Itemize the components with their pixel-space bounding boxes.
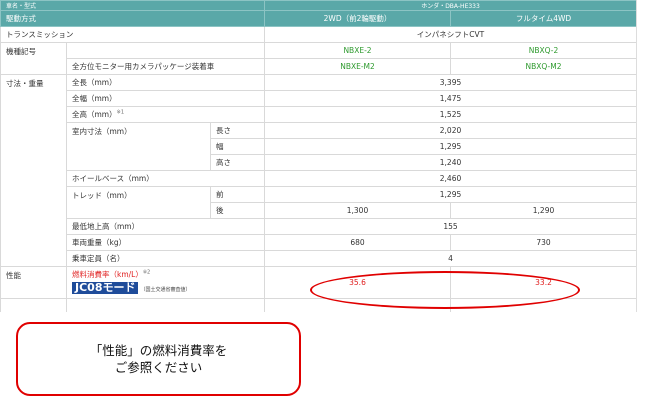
wheelbase-value: 2,460 (263, 170, 636, 187)
drive-4wd: フルタイム4WD (449, 10, 636, 27)
length-label: 全長（mm） (66, 74, 265, 91)
interior-label: 室内寸法（mm） (66, 122, 211, 171)
model-code-4wd: NBXQ-2 (449, 42, 636, 59)
callout-box: 「性能」の燃料消費率を ご参照ください (16, 322, 301, 396)
weight-4wd: 730 (449, 234, 636, 251)
table-row-height: 全高（mm）※1 1,525 (1, 106, 636, 123)
height-label: 全高（mm） (72, 110, 117, 119)
table-row-camera-package: 全方位モニター用カメラパッケージ装着車 NBXE-M2 NBXQ-M2 (1, 58, 636, 75)
camera-package-label: 全方位モニター用カメラパッケージ装着車 (66, 58, 265, 75)
fuel-economy-label-cell: 燃料消費率（km/L）※2 JC08モード （国土交通省審査値） (66, 266, 265, 299)
table-row-weight: 車両重量（kg） 680 730 (1, 234, 636, 251)
interior-width-label: 幅 (210, 138, 265, 155)
capacity-label: 乗車定員（名） (66, 250, 265, 267)
table-row-tread-front: トレッド（mm） 前 1,295 (1, 186, 636, 219)
performance-category: 性能 (0, 266, 67, 299)
table-row-transmission: トランスミッション インパネシフトCVT (0, 26, 636, 43)
interior-length-value: 2,020 (263, 122, 636, 139)
camera-package-2wd: NBXE-M2 (264, 58, 451, 75)
height-label-cell: 全高（mm）※1 (66, 106, 265, 123)
table-row-cut: 車名・型式 ホンダ・DBA-HE333 (0, 0, 636, 11)
spec-table: 車名・型式 ホンダ・DBA-HE333 駆動方式 2WD（前2輪駆動） フルタイ… (0, 0, 636, 312)
fuel-economy-label: 燃料消費率（km/L） (72, 270, 143, 279)
spec-table-frame: 車名・型式 ホンダ・DBA-HE333 駆動方式 2WD（前2輪駆動） フルタイ… (0, 0, 637, 312)
interior-height-label: 高さ (210, 154, 265, 171)
width-value: 1,475 (263, 90, 636, 107)
cut-header-left: 車名・型式 (0, 0, 265, 11)
camera-package-4wd: NBXQ-M2 (449, 58, 636, 75)
tread-rear-2wd: 1,300 (264, 202, 451, 219)
tread-front-label: 前 (210, 186, 265, 203)
table-row-capacity: 乗車定員（名） 4 (1, 250, 636, 267)
callout-line-2: ご参照ください (114, 360, 203, 375)
interior-height-value: 1,240 (263, 154, 636, 171)
interior-width-value: 1,295 (263, 138, 636, 155)
table-row-model-code: 機種記号 NBXE-2 NBXQ-2 (0, 42, 636, 75)
width-label: 全幅（mm） (66, 90, 265, 107)
length-value: 3,395 (263, 74, 636, 91)
height-note: ※1 (116, 109, 124, 116)
tread-label: トレッド（mm） (66, 186, 211, 219)
capacity-value: 4 (263, 250, 636, 267)
drive-label: 駆動方式 (0, 10, 265, 27)
table-row-drive: 駆動方式 2WD（前2輪駆動） フルタイム4WD (0, 10, 636, 27)
ground-clearance-value: 155 (263, 218, 636, 235)
model-code-blank (66, 42, 265, 59)
tread-rear-label: 後 (210, 202, 265, 219)
cut-header-right: ホンダ・DBA-HE333 (263, 0, 636, 11)
weight-2wd: 680 (264, 234, 451, 251)
model-code-label: 機種記号 (0, 42, 67, 75)
ground-clearance-label: 最低地上高（mm） (66, 218, 265, 235)
table-row-interior-length: 室内寸法（mm） 長さ 2,020 (1, 122, 636, 171)
tread-rear-4wd: 1,290 (449, 202, 636, 219)
table-row-wheelbase: ホイールベース（mm） 2,460 (1, 170, 636, 187)
weight-label: 車両重量（kg） (66, 234, 265, 251)
jc08-mode-badge: JC08モード (72, 282, 139, 294)
cut-cell-2 (66, 298, 265, 312)
drive-2wd: 2WD（前2輪駆動） (264, 10, 451, 27)
dimensions-category: 寸法・重量 (0, 74, 67, 267)
wheelbase-label: ホイールベース（mm） (66, 170, 265, 187)
interior-length-label: 長さ (210, 122, 265, 139)
table-row-width: 全幅（mm） 1,475 (1, 90, 636, 107)
transmission-label: トランスミッション (0, 26, 265, 43)
cut-cell-1 (0, 298, 67, 312)
height-value: 1,525 (263, 106, 636, 123)
callout-line-1: 「性能」の燃料消費率を (89, 343, 228, 358)
fuel-economy-highlight-ellipse (310, 271, 580, 309)
table-row-length: 寸法・重量 全長（mm） 3,395 (0, 74, 636, 267)
jc08-note: （国土交通省審査値） (140, 287, 191, 293)
tread-front-value: 1,295 (263, 186, 636, 203)
model-code-2wd: NBXE-2 (264, 42, 451, 59)
transmission-value: インパネシフトCVT (263, 26, 636, 43)
table-row-ground-clearance: 最低地上高（mm） 155 (1, 218, 636, 235)
fuel-economy-note: ※2 (142, 269, 151, 276)
